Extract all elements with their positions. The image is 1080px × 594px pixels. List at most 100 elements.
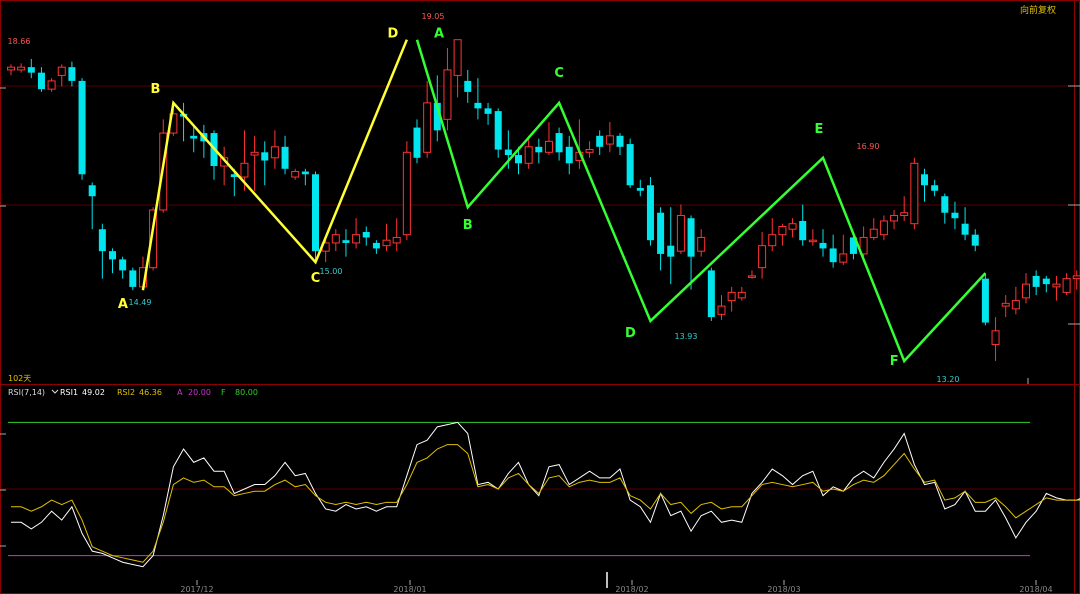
candle-body [535, 146, 543, 153]
price-extreme-label: 16.90 [857, 142, 880, 151]
candle-body [544, 140, 553, 153]
candle-body [119, 259, 127, 271]
candle-body [596, 135, 604, 147]
candle-body [565, 146, 573, 164]
candle-body [382, 239, 391, 247]
price-extreme-label: 15.00 [320, 267, 343, 276]
candle-body [98, 229, 106, 252]
candle-body [1032, 275, 1040, 287]
rsi-series-rsi2 [11, 444, 1080, 563]
candle-body [342, 240, 350, 243]
candle-body [921, 174, 928, 186]
candle-body [352, 234, 361, 244]
green-pattern-line [415, 39, 987, 364]
candle-body [616, 135, 624, 147]
candle-body [312, 174, 319, 252]
candle-body [423, 102, 432, 153]
outer-frame [0, 0, 1080, 594]
candle-body [941, 196, 949, 213]
candle-body [819, 242, 827, 249]
candle-body [799, 220, 807, 241]
candle-body [109, 251, 116, 260]
rsi-legend-rsi2-label: RSI2 [117, 388, 135, 397]
candle-body [301, 171, 309, 175]
x-axis-label: 2018/02 [615, 585, 648, 594]
yellow-point-label: A [118, 297, 128, 312]
candle-body [839, 253, 848, 263]
candle-body [484, 108, 492, 114]
candle-body [270, 146, 279, 159]
price-extreme-label: 13.93 [675, 332, 698, 341]
candle-body [555, 133, 563, 153]
candle-body [687, 218, 695, 257]
candle-body [910, 162, 919, 225]
candle-body [291, 171, 300, 178]
candle-body [1062, 278, 1071, 293]
x-axis-label: 2018/01 [393, 585, 426, 594]
rsi-legend-f-label: F [221, 388, 226, 397]
candle-body [991, 330, 1000, 346]
candle-body [27, 67, 35, 73]
candle-body [657, 212, 665, 254]
candle-body [362, 231, 370, 238]
adjust-mode-label[interactable]: 向前复权 [1020, 3, 1056, 16]
rsi-legend-a-value: 20.00 [188, 388, 211, 397]
candle-body [971, 234, 979, 246]
rsi-legend-rsi1-label: RSI1 [60, 388, 78, 397]
candle-body [453, 39, 462, 76]
candle-body [636, 188, 644, 191]
candle-body [17, 66, 26, 71]
candle-body [1042, 278, 1050, 285]
candle-body [515, 155, 522, 164]
candle-body [605, 135, 614, 145]
candle-body [707, 270, 715, 318]
price-extreme-label: 13.20 [937, 375, 960, 384]
candle-body [697, 236, 706, 252]
candle-body [402, 151, 411, 236]
green-point-label: B [463, 218, 473, 233]
period-label: 102天 [8, 374, 31, 383]
candle-body [879, 220, 888, 236]
green-point-label: A [434, 27, 444, 42]
rsi-series-rsi1 [11, 421, 1080, 568]
candle-body [768, 234, 777, 247]
candle-body [1011, 300, 1020, 310]
candle-body [78, 80, 86, 175]
candle-body [676, 214, 685, 252]
candle-body [372, 242, 380, 249]
candle-body [737, 291, 746, 299]
rsi-legend-f-value: 80.00 [235, 388, 258, 397]
candle-body [646, 185, 654, 241]
candle-body [392, 236, 401, 244]
candle-body [504, 149, 512, 156]
rsi-legend-rsi1-value: 49.02 [82, 388, 105, 397]
candle-body [443, 69, 452, 120]
candle-body [281, 146, 289, 169]
chevron-down-icon[interactable] [51, 389, 59, 394]
candle-body [413, 127, 421, 158]
candle-body [981, 278, 989, 323]
candle-body [900, 212, 909, 216]
price-extreme-label: 19.05 [422, 12, 445, 21]
candle-body [585, 149, 594, 153]
candle-body [1072, 275, 1080, 280]
price-extreme-label: 14.49 [129, 298, 152, 307]
candle-body [727, 291, 736, 302]
candle-body [626, 144, 634, 186]
x-axis-label: 2018/04 [1019, 585, 1052, 594]
candle-body [1001, 302, 1010, 307]
green-point-label: D [625, 326, 636, 341]
candle-body [88, 185, 96, 197]
candle-body [869, 228, 878, 238]
candle-body [129, 270, 137, 287]
candle-body [47, 80, 56, 90]
candle-body [931, 185, 939, 191]
candle-body [331, 234, 340, 244]
candle-body [758, 245, 767, 269]
candle-body [240, 162, 249, 178]
candle-body [667, 245, 675, 257]
candle-body [464, 80, 472, 92]
price-extreme-label: 18.66 [8, 37, 31, 46]
candle-body [57, 66, 66, 76]
candle-body [1052, 283, 1061, 288]
